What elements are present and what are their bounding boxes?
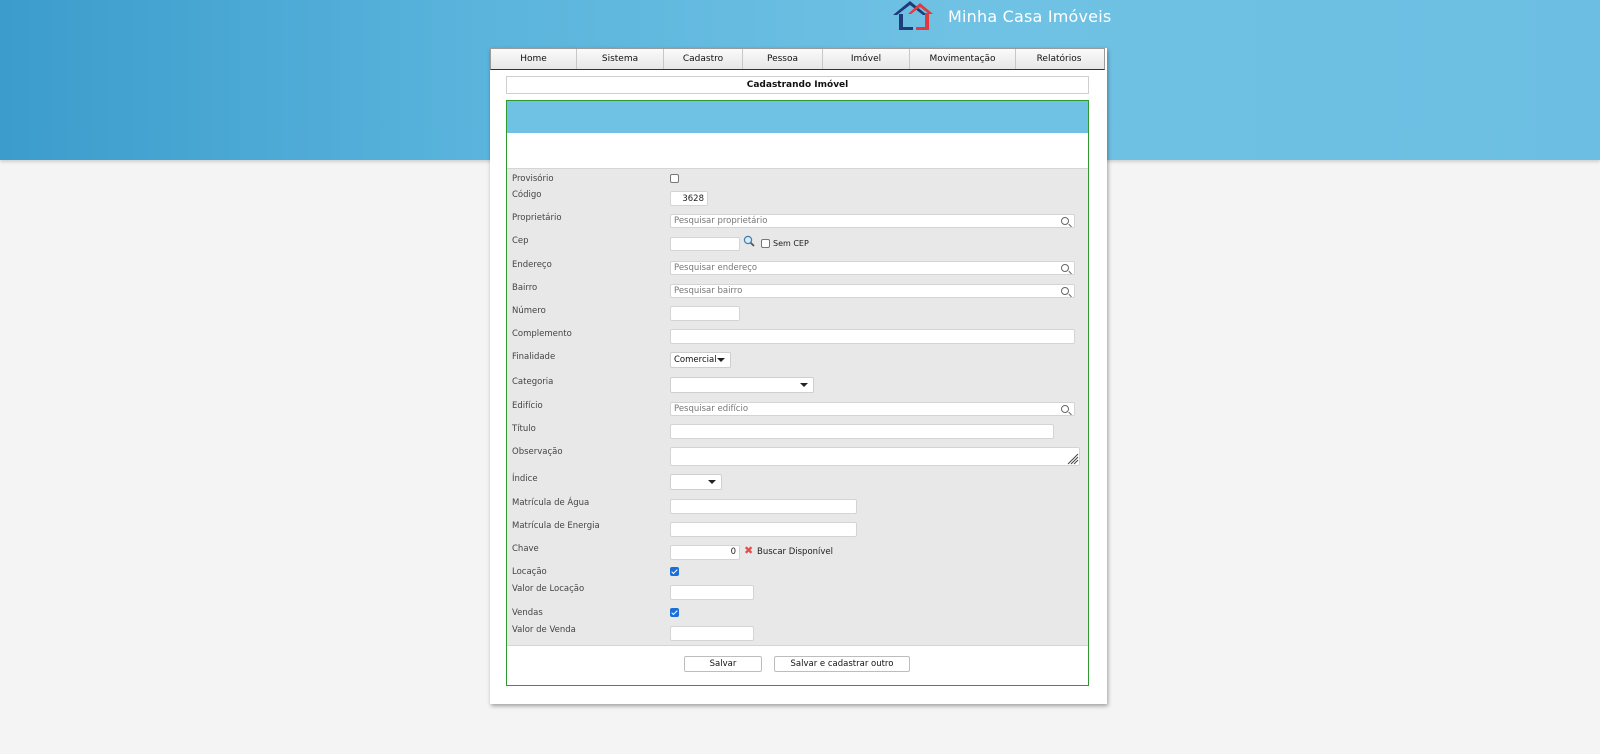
search-icon[interactable] bbox=[1061, 264, 1069, 272]
vendas-label: Vendas bbox=[512, 608, 543, 618]
locacao-checkbox[interactable] bbox=[670, 567, 679, 576]
complemento-field[interactable] bbox=[670, 329, 1075, 344]
save-and-new-button[interactable]: Salvar e cadastrar outro bbox=[774, 656, 910, 672]
complemento-label: Complemento bbox=[512, 329, 572, 339]
chevron-down-icon bbox=[708, 480, 716, 484]
bairro-label: Bairro bbox=[512, 283, 538, 293]
matricula-agua-label: Matrícula de Água bbox=[512, 498, 590, 508]
chevron-down-icon bbox=[800, 383, 808, 387]
page-title: Cadastrando Imóvel bbox=[506, 76, 1089, 94]
chave-field[interactable]: 0 bbox=[670, 545, 740, 560]
valor-venda-label: Valor de Venda bbox=[512, 625, 576, 635]
buscar-disponivel-link[interactable]: Buscar Disponível bbox=[757, 547, 833, 557]
nav-pessoa[interactable]: Pessoa bbox=[743, 49, 823, 69]
main-navbar: Home Sistema Cadastro Pessoa Imóvel Movi… bbox=[490, 48, 1105, 70]
cep-label: Cep bbox=[512, 236, 529, 246]
observacao-textarea[interactable] bbox=[670, 447, 1080, 466]
chave-label: Chave bbox=[512, 544, 539, 554]
search-icon[interactable] bbox=[1061, 405, 1069, 413]
form-fields: Provisório Código 3628 Proprietário Pesq… bbox=[507, 168, 1088, 646]
form-header-band bbox=[507, 101, 1088, 133]
nav-imovel[interactable]: Imóvel bbox=[823, 49, 910, 69]
locacao-label: Locação bbox=[512, 567, 547, 577]
matricula-agua-field[interactable] bbox=[670, 499, 857, 514]
sem-cep-label: Sem CEP bbox=[773, 239, 809, 248]
endereco-search-input[interactable]: Pesquisar endereço bbox=[670, 261, 1075, 275]
nav-relatorios[interactable]: Relatórios bbox=[1016, 49, 1102, 69]
finalidade-label: Finalidade bbox=[512, 352, 556, 362]
property-form: Provisório Código 3628 Proprietário Pesq… bbox=[506, 100, 1089, 686]
finalidade-select[interactable]: Comercial bbox=[670, 352, 731, 368]
save-button[interactable]: Salvar bbox=[684, 656, 762, 672]
observacao-label: Observação bbox=[512, 447, 563, 457]
proprietario-label: Proprietário bbox=[512, 213, 562, 223]
categoria-label: Categoria bbox=[512, 377, 554, 387]
provisorio-label: Provisório bbox=[512, 174, 554, 184]
valor-locacao-label: Valor de Locação bbox=[512, 584, 585, 594]
edificio-search-input[interactable]: Pesquisar edifício bbox=[670, 402, 1075, 416]
nav-sistema[interactable]: Sistema bbox=[577, 49, 664, 69]
nav-movimentacao[interactable]: Movimentação bbox=[910, 49, 1016, 69]
magnifier-icon[interactable] bbox=[743, 235, 755, 247]
indice-label: Índice bbox=[512, 474, 538, 484]
titulo-label: Título bbox=[512, 424, 536, 434]
clear-x-icon[interactable]: ✖ bbox=[744, 544, 753, 557]
resize-handle-icon[interactable] bbox=[1067, 453, 1079, 465]
search-icon[interactable] bbox=[1061, 287, 1069, 295]
vendas-checkbox[interactable] bbox=[670, 608, 679, 617]
chevron-down-icon bbox=[717, 358, 725, 362]
brand-name: Minha Casa Imóveis bbox=[948, 6, 1112, 26]
sem-cep-checkbox[interactable] bbox=[761, 239, 770, 248]
bairro-search-input[interactable]: Pesquisar bairro bbox=[670, 284, 1075, 298]
valor-locacao-field[interactable] bbox=[670, 585, 754, 600]
brand-logo[interactable]: Minha Casa Imóveis bbox=[892, 0, 1111, 32]
codigo-field[interactable]: 3628 bbox=[670, 191, 708, 206]
titulo-field[interactable] bbox=[670, 424, 1054, 439]
valor-venda-field[interactable] bbox=[670, 626, 754, 641]
categoria-select[interactable] bbox=[670, 377, 814, 393]
proprietario-search-input[interactable]: Pesquisar proprietário bbox=[670, 214, 1075, 228]
house-icon bbox=[893, 1, 933, 30]
codigo-label: Código bbox=[512, 190, 542, 200]
search-icon[interactable] bbox=[1061, 217, 1069, 225]
nav-home[interactable]: Home bbox=[491, 49, 577, 69]
endereco-label: Endereço bbox=[512, 260, 552, 270]
cep-field[interactable] bbox=[670, 237, 740, 251]
matricula-energia-field[interactable] bbox=[670, 522, 857, 537]
numero-label: Número bbox=[512, 306, 546, 316]
indice-select[interactable] bbox=[670, 474, 722, 490]
matricula-energia-label: Matrícula de Energia bbox=[512, 521, 600, 531]
edificio-label: Edifício bbox=[512, 401, 543, 411]
main-container: Home Sistema Cadastro Pessoa Imóvel Movi… bbox=[490, 48, 1107, 704]
numero-field[interactable] bbox=[670, 306, 740, 321]
provisorio-checkbox[interactable] bbox=[670, 174, 679, 183]
nav-cadastro[interactable]: Cadastro bbox=[664, 49, 743, 69]
